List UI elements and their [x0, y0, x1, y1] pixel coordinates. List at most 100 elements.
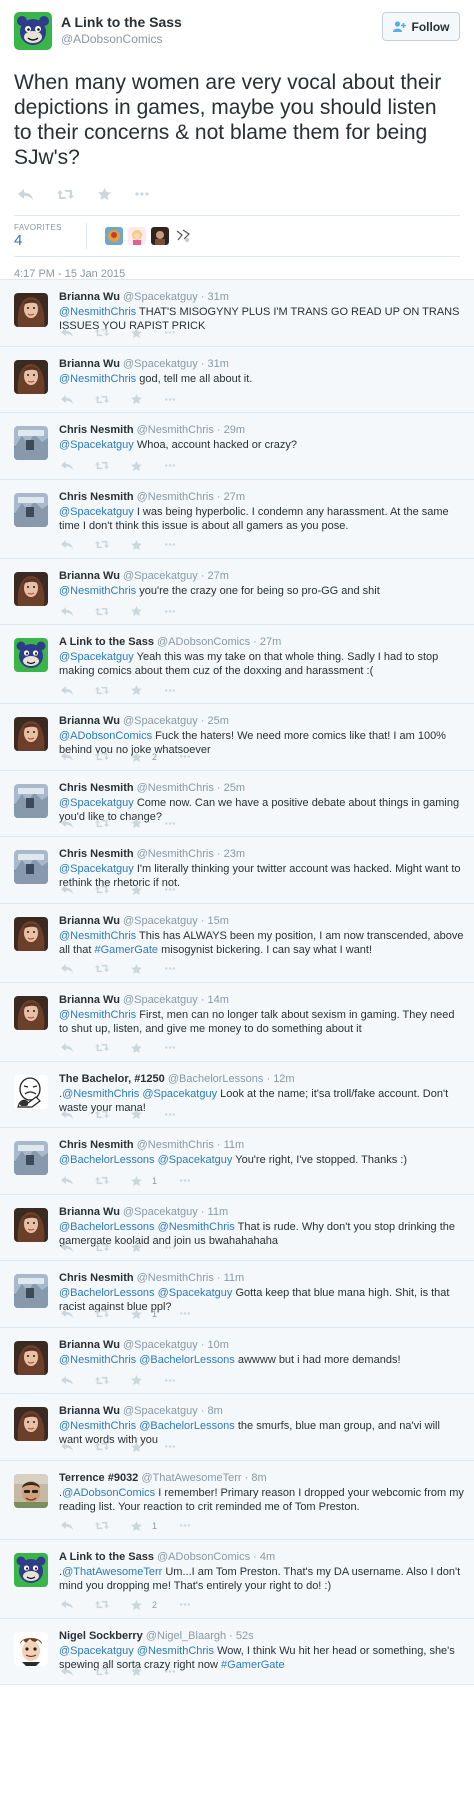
- retweet-icon[interactable]: [95, 1442, 109, 1451]
- mention-link[interactable]: @Spacekatguy: [142, 1088, 217, 1100]
- retweet-icon[interactable]: [95, 752, 109, 761]
- reply-author-name[interactable]: The Bachelor, #1250: [59, 1073, 165, 1085]
- author-handle[interactable]: @ADobsonComics: [61, 31, 182, 47]
- reply-icon[interactable]: [61, 752, 73, 761]
- favorite-action[interactable]: 2: [131, 751, 157, 762]
- retweet-icon[interactable]: [95, 1110, 109, 1119]
- favorite-action[interactable]: [131, 539, 142, 550]
- favoriter-avatar[interactable]: [105, 227, 123, 245]
- reply-timestamp[interactable]: · 4m: [253, 1551, 275, 1563]
- more-icon[interactable]: [179, 1524, 191, 1527]
- favorite-star-icon[interactable]: [131, 606, 142, 616]
- more-icon[interactable]: [164, 967, 176, 970]
- reply-author-handle[interactable]: @Spacekatguy: [123, 358, 198, 370]
- reply-icon[interactable]: [18, 188, 33, 200]
- retweet-icon[interactable]: [95, 1667, 109, 1676]
- favorite-action[interactable]: [131, 1666, 142, 1676]
- reply-avatar[interactable]: [14, 293, 48, 327]
- reply-avatar[interactable]: [14, 1407, 48, 1441]
- reply-timestamp[interactable]: · 23m: [217, 848, 245, 860]
- reply-icon[interactable]: [61, 685, 73, 695]
- mention-link[interactable]: @NesmithChris: [137, 1645, 214, 1657]
- reply-author-handle[interactable]: @NesmithChris: [137, 491, 214, 503]
- favorite-star-icon[interactable]: [131, 1175, 142, 1186]
- reply-icon[interactable]: [61, 461, 73, 470]
- reply-author-handle[interactable]: @Spacekatguy: [123, 291, 198, 303]
- mention-link[interactable]: @NesmithChris: [59, 306, 136, 318]
- more-icon[interactable]: [164, 1669, 176, 1673]
- more-icon[interactable]: [164, 1112, 176, 1116]
- reply-avatar[interactable]: [14, 1074, 48, 1109]
- favorite-star-icon[interactable]: [131, 1441, 142, 1452]
- reply-author-handle[interactable]: @Spacekatguy: [123, 994, 198, 1006]
- favorite-star-icon[interactable]: [131, 1308, 142, 1319]
- more-icon[interactable]: [164, 688, 176, 692]
- retweet-icon[interactable]: [95, 540, 109, 549]
- more-icon[interactable]: [164, 331, 176, 334]
- reply-icon[interactable]: [61, 1176, 73, 1185]
- favorite-star-icon[interactable]: [131, 1042, 142, 1053]
- favorite-star-icon[interactable]: [131, 1599, 142, 1610]
- favorite-action[interactable]: [131, 1375, 142, 1385]
- retweet-icon[interactable]: [95, 686, 109, 695]
- favorite-action[interactable]: [131, 606, 142, 616]
- retweet-icon[interactable]: [95, 1521, 109, 1530]
- reply-icon[interactable]: [61, 1442, 73, 1451]
- mention-link[interactable]: @ThatAwesomeTerr: [62, 1566, 162, 1578]
- reply-author-name[interactable]: Brianna Wu: [59, 1339, 120, 1351]
- reply-author-handle[interactable]: @NesmithChris: [137, 424, 214, 436]
- author-name[interactable]: A Link to the Sass: [61, 14, 182, 31]
- favorite-star-icon[interactable]: [131, 963, 142, 974]
- mention-link[interactable]: @NesmithChris: [59, 1420, 136, 1432]
- reply-icon[interactable]: [61, 1309, 73, 1318]
- reply-timestamp[interactable]: · 14m: [201, 994, 229, 1006]
- reply-avatar[interactable]: [14, 783, 48, 818]
- favorite-action[interactable]: [131, 460, 142, 471]
- reply-timestamp[interactable]: · 52s: [229, 1630, 253, 1642]
- reply-timestamp[interactable]: · 8m: [245, 1472, 267, 1484]
- favorite-star-icon[interactable]: [131, 1242, 142, 1252]
- mention-link[interactable]: @Spacekatguy: [59, 863, 134, 875]
- reply-author-name[interactable]: Chris Nesmith: [59, 848, 134, 860]
- favorite-star-icon[interactable]: [98, 188, 111, 200]
- mention-link[interactable]: @Spacekatguy: [158, 1287, 233, 1299]
- retweet-icon[interactable]: [95, 819, 109, 828]
- retweet-icon[interactable]: [95, 885, 109, 894]
- more-icon[interactable]: [179, 755, 191, 758]
- retweet-icon[interactable]: [95, 964, 109, 973]
- mention-link[interactable]: @ADobsonComics: [62, 1487, 155, 1499]
- reply-author-name[interactable]: Brianna Wu: [59, 1405, 120, 1417]
- reply-icon[interactable]: [61, 1375, 73, 1385]
- favoriter-avatar[interactable]: [128, 227, 146, 245]
- mention-link[interactable]: @NesmithChris: [59, 930, 136, 942]
- reply-author-name[interactable]: Terrence #9032: [59, 1472, 138, 1484]
- retweet-icon[interactable]: [95, 607, 109, 616]
- retweet-icon[interactable]: [95, 1043, 109, 1052]
- favorite-action[interactable]: [131, 685, 142, 695]
- reply-icon[interactable]: [61, 1666, 73, 1676]
- reply-author-name[interactable]: Chris Nesmith: [59, 491, 134, 503]
- retweet-icon[interactable]: [95, 328, 109, 337]
- reply-avatar[interactable]: [14, 850, 48, 884]
- reply-avatar[interactable]: [14, 638, 48, 672]
- reply-author-handle[interactable]: @ADobsonComics: [157, 1551, 250, 1563]
- reply-author-name[interactable]: Brianna Wu: [59, 715, 120, 727]
- reply-author-name[interactable]: Brianna Wu: [59, 291, 120, 303]
- reply-author-handle[interactable]: @ThatAwesomeTerr: [141, 1472, 241, 1484]
- favorite-star-icon[interactable]: [131, 818, 142, 828]
- reply-avatar[interactable]: [14, 995, 48, 1030]
- reply-author-handle[interactable]: @Spacekatguy: [123, 1339, 198, 1351]
- mention-link[interactable]: @NesmithChris: [158, 1221, 235, 1233]
- retweet-icon[interactable]: [95, 1600, 109, 1609]
- favorite-action[interactable]: 1: [131, 1175, 157, 1186]
- mention-link[interactable]: @BachelorLessons: [139, 1354, 235, 1366]
- reply-author-name[interactable]: Brianna Wu: [59, 358, 120, 370]
- reply-author-handle[interactable]: @NesmithChris: [137, 1139, 214, 1151]
- mention-link[interactable]: @Spacekatguy: [59, 439, 134, 451]
- reply-icon[interactable]: [61, 1600, 73, 1609]
- more-icon[interactable]: [164, 1378, 176, 1382]
- favorite-star-icon[interactable]: [131, 685, 142, 695]
- reply-author-handle[interactable]: @NesmithChris: [137, 782, 214, 794]
- follow-button[interactable]: Follow: [382, 12, 460, 41]
- reply-author-handle[interactable]: @NesmithChris: [137, 1272, 214, 1284]
